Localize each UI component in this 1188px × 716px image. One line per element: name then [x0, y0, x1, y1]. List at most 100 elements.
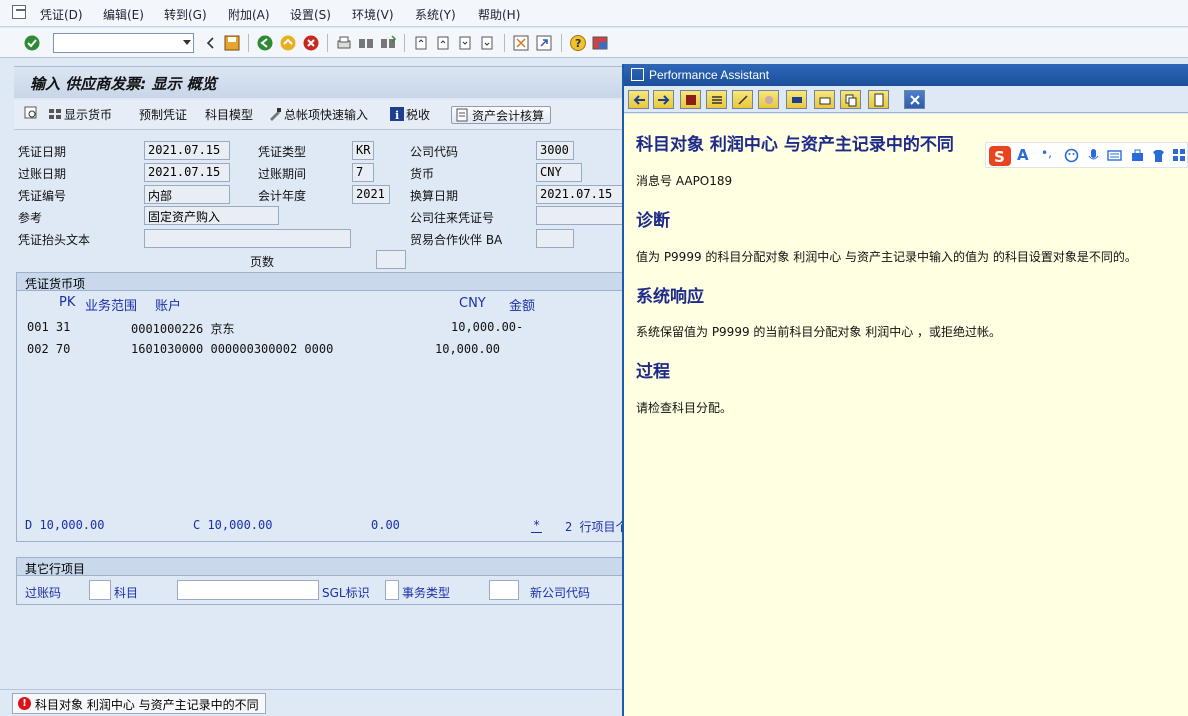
account-model-button[interactable]: 科目模型 [205, 106, 253, 124]
last-page-icon[interactable] [478, 34, 496, 52]
find-next-icon[interactable] [379, 34, 397, 52]
menu-settings[interactable]: 设置(S) [290, 6, 331, 23]
menu-edit[interactable]: 编辑(E) [103, 6, 144, 23]
asset-accounting-button[interactable]: 资产会计核算 [451, 106, 552, 124]
close-icon[interactable] [904, 90, 925, 109]
translation-date-field[interactable]: 2021.07.15 [536, 185, 624, 204]
glossary-icon[interactable] [732, 90, 753, 109]
posting-date-field[interactable]: 2021.07.15 [144, 163, 230, 182]
save-icon[interactable] [223, 34, 241, 52]
period-field[interactable]: 7 [352, 163, 374, 182]
tax-button[interactable]: i 税收 [390, 106, 430, 124]
menu-window-icon[interactable] [12, 5, 26, 19]
line-items-group: 凭证货币项 PK 业务范围 账户 CNY 金额 001 31 000100022… [16, 272, 627, 542]
trading-partner-field[interactable] [536, 229, 574, 248]
menu-help[interactable]: 帮助(H) [478, 6, 520, 23]
col-posting-key[interactable]: PK [59, 295, 75, 310]
back-arrow-icon[interactable] [628, 90, 649, 109]
doc-number-field[interactable]: 内部 [144, 185, 230, 204]
reference-field[interactable]: 固定资产购入 [144, 206, 279, 225]
document-icon [456, 108, 470, 122]
technical-info-icon[interactable] [706, 90, 727, 109]
fiscal-year-label: 会计年度 [258, 189, 307, 203]
intercompany-field[interactable] [536, 206, 624, 225]
edit-icon[interactable] [786, 90, 807, 109]
document-header: 凭证日期 2021.07.15 凭证类型 KR 公司代码 3000 过账日期 2… [14, 132, 624, 272]
grid-menu-icon[interactable] [1172, 148, 1187, 163]
ime-mode-letter[interactable]: A [1017, 146, 1029, 164]
col-currency[interactable]: CNY [459, 296, 486, 311]
row-2-account[interactable]: 1601030000 000000300002 0000 [131, 342, 333, 356]
exit-icon[interactable] [279, 34, 297, 52]
display-doc-button[interactable] [24, 106, 40, 124]
forward-arrow-icon[interactable] [653, 90, 674, 109]
previous-page-icon[interactable] [434, 34, 452, 52]
skin-icon[interactable] [1151, 148, 1166, 163]
status-message[interactable]: ! 科目对象 利润中心 与资产主记录中的不同 [12, 693, 266, 714]
posting-date-label: 过账日期 [18, 167, 67, 181]
posting-key-input[interactable] [89, 580, 111, 600]
doc-date-field[interactable]: 2021.07.15 [144, 141, 230, 160]
related-help-icon[interactable] [758, 90, 779, 109]
menu-system[interactable]: 系统(Y) [415, 6, 456, 23]
toolbox-icon[interactable] [1130, 148, 1145, 163]
book-icon[interactable] [680, 90, 701, 109]
copy-icon[interactable] [840, 90, 861, 109]
col-account[interactable]: 账户 [155, 295, 181, 314]
row-1-account[interactable]: 0001000226 京东 [131, 320, 234, 337]
emoji-icon[interactable] [1064, 148, 1079, 163]
col-business-area[interactable]: 业务范围 [85, 295, 137, 314]
document-view-icon[interactable] [868, 90, 889, 109]
doc-type-field[interactable]: KR [352, 141, 374, 160]
fast-entry-button[interactable]: 总帐项快速输入 [268, 106, 368, 124]
currency-field[interactable]: CNY [536, 163, 582, 182]
menu-extras[interactable]: 附加(A) [228, 6, 270, 23]
first-page-icon[interactable] [412, 34, 430, 52]
next-page-icon[interactable] [456, 34, 474, 52]
transaction-type-input[interactable] [489, 580, 519, 600]
row-2-keys[interactable]: 002 70 [27, 342, 70, 356]
menu-goto[interactable]: 转到(G) [164, 6, 207, 23]
doc-type-label: 凭证类型 [258, 145, 307, 159]
fast-entry-icon [268, 107, 282, 121]
row-1-amount[interactable]: 10,000.00- [451, 320, 523, 334]
sgl-indicator-input[interactable] [385, 580, 399, 600]
microphone-icon[interactable] [1086, 148, 1101, 163]
enter-icon[interactable] [23, 34, 41, 52]
command-field[interactable] [53, 33, 194, 53]
header-text-field[interactable] [144, 229, 351, 248]
pa-print-icon[interactable] [814, 90, 835, 109]
col-amount[interactable]: 金额 [509, 295, 535, 314]
park-document-button[interactable]: 预制凭证 [139, 106, 187, 124]
svg-text:i: i [395, 109, 399, 121]
diagnosis-heading: 诊断 [636, 211, 670, 231]
credit-total: C 10,000.00 [193, 518, 273, 532]
new-session-icon[interactable] [512, 34, 530, 52]
cancel-icon[interactable] [302, 34, 320, 52]
ime-toolbar: S A •, [985, 142, 1188, 168]
collapse-icon[interactable] [202, 34, 220, 52]
row-2-amount[interactable]: 10,000.00 [435, 342, 500, 356]
row-1-keys[interactable]: 001 31 [27, 320, 70, 334]
pages-field[interactable] [376, 250, 406, 269]
shortcut-icon[interactable] [535, 34, 553, 52]
chevron-down-icon[interactable] [183, 40, 191, 45]
doc-number-label: 凭证编号 [18, 189, 67, 203]
help-icon[interactable]: ? [569, 34, 587, 52]
company-code-field[interactable]: 3000 [536, 141, 574, 160]
back-icon[interactable] [256, 34, 274, 52]
ime-punctuation-icon[interactable]: •, [1041, 146, 1052, 160]
ime-logo-icon[interactable]: S [989, 146, 1011, 166]
print-icon[interactable] [335, 34, 353, 52]
keyboard-icon[interactable] [1107, 148, 1122, 163]
pa-titlebar[interactable]: Performance Assistant [624, 64, 1188, 86]
screen-title-bar: 输入 供应商发票: 显示 概览 [14, 66, 624, 98]
menu-document[interactable]: 凭证(D) [40, 6, 83, 23]
fiscal-year-field[interactable]: 2021 [352, 185, 390, 204]
find-icon[interactable] [357, 34, 375, 52]
show-currency-button[interactable]: 显示货币 [48, 106, 112, 124]
account-input[interactable] [177, 580, 319, 600]
translation-date-label: 换算日期 [410, 189, 459, 203]
menu-environment[interactable]: 环境(V) [352, 6, 394, 23]
layout-menu-icon[interactable] [591, 34, 609, 52]
